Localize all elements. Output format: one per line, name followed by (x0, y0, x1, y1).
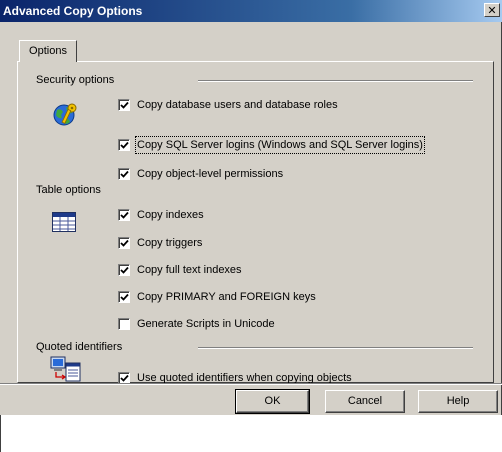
checkbox[interactable] (118, 168, 130, 180)
checkbox[interactable] (118, 209, 130, 221)
option-label: Copy SQL Server logins (Windows and SQL … (135, 136, 425, 154)
option-label: Copy triggers (137, 237, 203, 249)
close-icon: ✕ (487, 4, 497, 17)
button-bar-separator (0, 383, 502, 385)
window-title: Advanced Copy Options (3, 4, 143, 18)
checkbox[interactable] (118, 99, 130, 111)
checkbox[interactable] (118, 264, 130, 276)
option-label: Copy indexes (137, 209, 204, 221)
cancel-button-label: Cancel (347, 395, 383, 407)
option-label: Copy PRIMARY and FOREIGN keys (137, 291, 316, 303)
option-label: Copy object-level permissions (137, 168, 284, 180)
close-button[interactable]: ✕ (484, 3, 500, 17)
checkbox[interactable] (118, 139, 130, 151)
dialog-window: Advanced Copy Options ✕ Options Security… (0, 0, 502, 415)
ok-button-label: OK (264, 395, 281, 407)
table-grid-icon (52, 212, 76, 235)
options-panel: Security options Copy database users and… (17, 61, 494, 384)
tab-options[interactable]: Options (19, 40, 77, 62)
checkbox[interactable] (118, 291, 130, 303)
option-label: Generate Scripts in Unicode (137, 318, 275, 330)
help-button-label: Help (446, 395, 470, 407)
quoted-separator (198, 347, 473, 349)
title-bar[interactable]: Advanced Copy Options ✕ (0, 0, 502, 22)
ok-button[interactable]: OK (235, 389, 310, 414)
security-globe-key-icon (51, 100, 81, 133)
option-label: Copy database users and database roles (137, 99, 338, 111)
security-options-label: Security options (36, 74, 115, 86)
window-edge (0, 415, 4, 452)
tab-label: Options (29, 45, 67, 57)
option-label: Copy full text indexes (137, 264, 242, 276)
help-button[interactable]: Help (418, 390, 498, 413)
checkbox[interactable] (118, 237, 130, 249)
security-separator (198, 80, 473, 82)
checkbox[interactable] (118, 318, 130, 330)
table-options-label: Table options (36, 184, 101, 196)
cancel-button[interactable]: Cancel (325, 390, 405, 413)
quoted-identifiers-label: Quoted identifiers (36, 341, 123, 353)
